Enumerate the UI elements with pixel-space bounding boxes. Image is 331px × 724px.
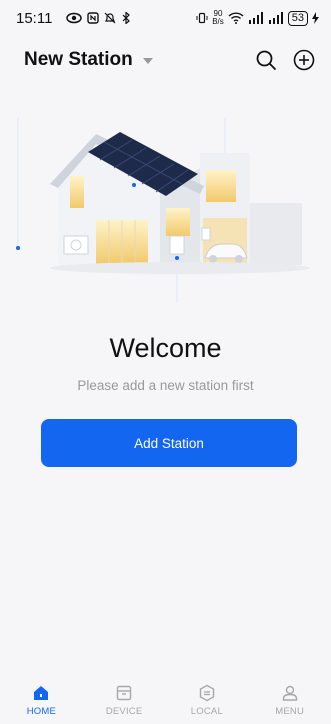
nfc-icon	[87, 12, 100, 24]
nav-item-local[interactable]: LOCAL	[172, 672, 242, 717]
signal-icon-2	[268, 12, 283, 24]
eye-icon	[66, 12, 83, 24]
battery-indicator: 53	[287, 10, 308, 26]
wifi-icon	[228, 12, 244, 24]
mute-icon	[105, 12, 116, 24]
net-speed: 90 B/s	[212, 10, 224, 26]
status-notification-icons	[66, 12, 131, 24]
status-bar: 15:11 90 B/s 53	[0, 0, 331, 36]
menu-user-icon	[282, 685, 297, 701]
bottom-nav: HOME DEVICE LOCAL MENU	[0, 672, 331, 724]
home-icon	[34, 686, 49, 700]
add-circle-icon[interactable]	[293, 49, 315, 71]
bluetooth-icon	[123, 12, 131, 24]
nav-label-home: HOME	[26, 706, 57, 717]
local-icon	[199, 684, 215, 702]
nav-label-device: DEVICE	[105, 706, 143, 717]
welcome-heading: Welcome	[109, 333, 222, 363]
welcome-subtitle: Please add a new station first	[77, 378, 254, 393]
vibrate-icon	[196, 12, 208, 24]
add-station-button[interactable]: Add Station	[41, 419, 297, 467]
nav-label-local: LOCAL	[190, 706, 223, 717]
nav-label-menu: MENU	[275, 706, 305, 717]
status-right: 90 B/s 53	[196, 10, 319, 26]
station-selector[interactable]: New Station	[24, 49, 153, 71]
charging-icon	[312, 12, 319, 24]
device-icon	[116, 685, 132, 701]
station-title: New Station	[24, 49, 133, 70]
search-icon[interactable]	[255, 49, 277, 71]
net-speed-unit: B/s	[212, 17, 224, 26]
nav-item-device[interactable]: DEVICE	[89, 672, 159, 717]
status-left: 15:11	[16, 10, 131, 27]
house-illustration	[16, 118, 310, 303]
nav-item-menu[interactable]: MENU	[255, 672, 325, 717]
app-header: New Station	[0, 42, 331, 78]
nav-item-home[interactable]: HOME	[6, 672, 76, 717]
header-actions	[255, 49, 315, 71]
status-time: 15:11	[16, 9, 53, 27]
signal-icon-1	[248, 12, 263, 24]
chevron-down-icon	[142, 58, 153, 64]
